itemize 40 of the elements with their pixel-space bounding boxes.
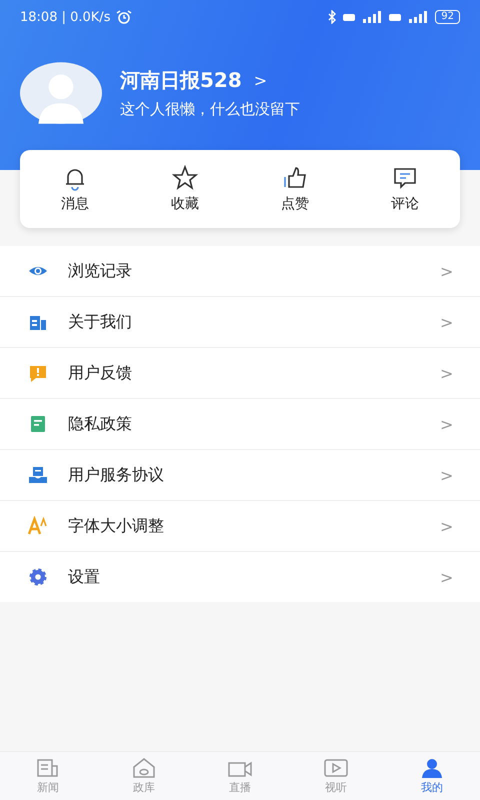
user-name[interactable]: 河南日报528 (120, 67, 242, 94)
star-icon (172, 165, 198, 191)
chevron-icon: > (440, 262, 480, 280)
chevron-icon: > (440, 516, 480, 536)
tray-icon (28, 465, 48, 485)
action-button[interactable]: 点赞 (240, 150, 350, 228)
play-icon (323, 757, 349, 779)
document-icon (28, 414, 48, 434)
chevron-icon[interactable]: > (254, 71, 268, 90)
alert-message-icon (28, 363, 48, 383)
chevron-icon: > (440, 312, 480, 332)
menu-item[interactable]: 浏览记录 > (0, 246, 480, 296)
menu-item[interactable]: 用户反馈 > (0, 347, 480, 398)
signal-icon (389, 11, 430, 23)
user-bio: 这个人很懒，什么也没留下 (120, 100, 300, 119)
action-button[interactable]: 评论 (350, 150, 460, 228)
home-icon (131, 757, 157, 779)
chevron-icon: > (440, 568, 480, 586)
status-time: 18:08 | 0.0K/s (20, 10, 110, 24)
menu-item[interactable]: 字体大小调整 > (0, 500, 480, 551)
chevron-icon: > (440, 414, 480, 434)
thumbs-up-icon (282, 165, 308, 191)
person-icon (419, 757, 445, 779)
signal-icon (343, 11, 384, 23)
chevron-icon: > (440, 466, 480, 484)
menu-item[interactable]: 设置 > (0, 551, 480, 602)
menu-item[interactable]: 隐私政策 > (0, 398, 480, 449)
settings-icon (28, 567, 48, 587)
action-button[interactable]: 收藏 (130, 150, 240, 228)
comment-icon (392, 165, 418, 191)
battery-indicator: 92 (435, 10, 460, 24)
nav-tab[interactable]: 我的 (384, 752, 480, 800)
action-button[interactable]: 消息 (20, 150, 130, 228)
alarm-icon (116, 10, 132, 24)
font-size-icon (28, 516, 48, 536)
chevron-icon: > (440, 364, 480, 382)
bluetooth-icon (327, 10, 338, 24)
menu-item[interactable]: 用户服务协议 > (0, 449, 480, 500)
menu-item[interactable]: 关于我们 > (0, 296, 480, 347)
newspaper-icon (35, 757, 61, 779)
